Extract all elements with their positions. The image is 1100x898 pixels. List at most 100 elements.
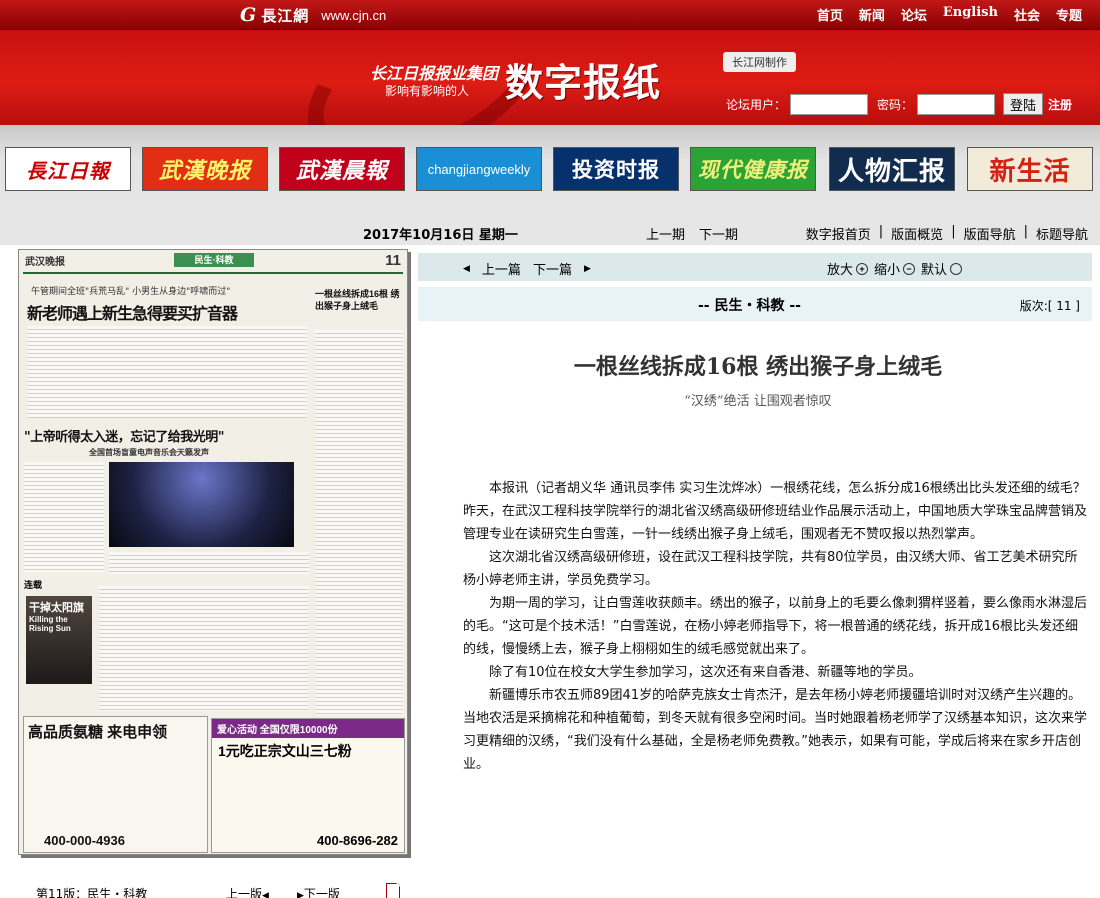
- banner-title: 数字报纸: [505, 61, 662, 105]
- article-headline: 一根丝线拆成16根 绣出猴子身上绒毛: [573, 354, 943, 380]
- thumb-section: 民生·科教: [174, 253, 254, 267]
- thumb-rule: [23, 272, 403, 274]
- zoom-out-button[interactable]: 缩小 −: [874, 259, 915, 278]
- paper-changjiang-weekly[interactable]: changjiangweekly: [416, 147, 542, 191]
- thumb-text-block: [315, 330, 403, 715]
- next-issue-link[interactable]: 下一期: [699, 224, 738, 243]
- paper-label: 新生活: [989, 156, 1071, 187]
- thumb-book-subtitle: Killing the Rising Sun: [29, 615, 71, 633]
- paper-label: 長江日報: [26, 158, 110, 183]
- top-nav: 首页 新闻 论坛 English 社会 专题: [817, 5, 1082, 24]
- password-label: 密码：: [877, 97, 914, 112]
- paper-modern-health[interactable]: 现代健康报: [690, 147, 816, 191]
- thumb-headline-1[interactable]: 新老师遇上新生急得要买扩音器: [27, 300, 238, 324]
- plus-circle-icon: +: [855, 262, 868, 275]
- triangle-right-icon: ▶: [296, 891, 304, 898]
- username-label: 论坛用户：: [726, 97, 787, 112]
- paper-wuhan-morning[interactable]: 武漢晨報: [279, 147, 405, 191]
- date-bar: 2017年10月16日 星期一 上一期 下一期 数字报首页 | 版面概览 | 版…: [0, 219, 1100, 245]
- paper-wuhan-evening[interactable]: 武漢晚报: [142, 147, 268, 191]
- next-page-link[interactable]: ▶下一版: [297, 885, 340, 898]
- thumb-text-block: [109, 552, 309, 574]
- nav-separator: |: [878, 224, 884, 239]
- article-toolbar: ◀ 上一篇 下一篇 ▶ 放大 + 缩小 − 默认: [418, 253, 1092, 281]
- section-title: -- 民生・科教 --: [698, 298, 801, 314]
- nav-english[interactable]: English: [943, 5, 998, 24]
- thumb-kicker: 午管期间全班"兵荒马乱" 小男生从身边"呼啸而过": [31, 287, 231, 297]
- nav-society[interactable]: 社会: [1014, 5, 1040, 24]
- paper-label: 投资时报: [572, 157, 660, 182]
- thumb-ad-right-band: 爱心活动 全国仅限10000份: [212, 719, 404, 738]
- next-article-link[interactable]: 下一篇: [533, 259, 572, 278]
- thumb-masthead: 武汉晚报: [25, 257, 65, 268]
- triangle-left-icon: ◀: [262, 891, 269, 898]
- article-paragraph: 这次湖北省汉绣高级研修班，设在武汉工程科技学院，共有80位学员，由汉绣大师、省工…: [463, 550, 1078, 588]
- thumb-headline-2[interactable]: "上帝听得太入迷，忘记了给我光明": [24, 426, 225, 445]
- page-nav-link[interactable]: 版面导航: [964, 224, 1016, 243]
- thumb-text-block: [27, 326, 307, 418]
- prev-article-link[interactable]: 上一篇: [482, 259, 521, 278]
- prev-page-link[interactable]: 上一版◀: [226, 885, 269, 898]
- nav-special[interactable]: 专题: [1056, 5, 1082, 24]
- paper-changjiang-daily[interactable]: 長江日報: [5, 147, 131, 191]
- password-input[interactable]: [917, 93, 996, 115]
- paper-new-life[interactable]: 新生活: [967, 147, 1093, 191]
- zoom-default-button[interactable]: 默认: [921, 259, 962, 278]
- thumb-right-headline[interactable]: 一根丝线拆成16根 绣出猴子身上绒毛: [315, 288, 405, 312]
- current-page-label: 第11版：民生・科教: [36, 887, 148, 898]
- site-logo-name: 長江網: [261, 6, 310, 25]
- article-subheadline: “汉绣”绝活 让围观者惊叹: [684, 394, 832, 409]
- page-footer-nav: 第11版：民生・科教 上一版◀ ▶下一版: [36, 883, 416, 898]
- username-input[interactable]: [790, 93, 869, 115]
- paper-label: 武漢晨報: [295, 158, 388, 184]
- thumb-ad-right-title: 1元吃正宗文山三七粉: [218, 743, 352, 759]
- thumb-ad-left-title: 高品质氨糖 来电申领: [28, 724, 168, 741]
- next-page-label: 下一版: [303, 887, 340, 898]
- site-logo[interactable]: G 長江網 www.cjn.cn: [240, 4, 386, 26]
- thumb-serial-label: 连载: [24, 580, 43, 590]
- paper-people-report[interactable]: 人物汇报: [829, 147, 955, 191]
- zoom-default-label: 默认: [920, 263, 947, 278]
- paper-label: changjiangweekly: [427, 161, 531, 177]
- nav-home[interactable]: 首页: [817, 5, 843, 24]
- article-nav: ◀ 上一篇 下一篇 ▶: [463, 259, 591, 278]
- digital-home-link[interactable]: 数字报首页: [806, 224, 871, 243]
- paper-investment-times[interactable]: 投资时报: [553, 147, 679, 191]
- paper-label: 人物汇报: [837, 156, 946, 187]
- nav-separator: |: [951, 224, 956, 239]
- article-paragraph: 新疆博乐市农五师89团41岁的哈萨克族女士肯杰汗，是去年杨小婷老师援疆培训时对汉…: [463, 688, 1088, 772]
- thumb-ad-left-phone: 400-000-4936: [44, 833, 125, 848]
- site-url[interactable]: www.cjn.cn: [321, 8, 386, 23]
- made-by-badge: 长江网制作: [723, 52, 796, 72]
- page-preview-panel: 武汉晚报 民生·科教 11 午管期间全班"兵荒马乱" 小男生从身边"呼啸而过" …: [0, 245, 416, 898]
- paper-label: 现代健康报: [698, 157, 808, 182]
- prev-issue-link[interactable]: 上一期: [646, 224, 685, 243]
- section-bar: -- 民生・科教 -- 版次:[ 11 ]: [418, 287, 1092, 321]
- edition-nav: 数字报首页 | 版面概览 | 版面导航 | 标题导航: [806, 224, 1088, 243]
- triangle-right-icon: ▶: [583, 263, 591, 274]
- register-link[interactable]: 注册: [1048, 96, 1072, 113]
- title-nav-link[interactable]: 标题导航: [1036, 224, 1088, 243]
- article-paragraph: 为期一周的学习，让白雪莲收获颇丰。绣出的猴子，以前身上的毛要么像刺猬样竖着，要么…: [463, 596, 1088, 657]
- thumb-concert-photo: [109, 462, 294, 547]
- page-thumbnail[interactable]: 武汉晚报 民生·科教 11 午管期间全班"兵荒马乱" 小男生从身边"呼啸而过" …: [18, 249, 408, 855]
- minus-circle-icon: −: [902, 262, 915, 275]
- article-panel: ◀ 上一篇 下一篇 ▶ 放大 + 缩小 − 默认 -- 民生・科教 -- 版次:[ …: [416, 245, 1100, 898]
- login-form: 论坛用户： 密码： 登陆 注册: [726, 93, 1072, 115]
- pdf-icon[interactable]: [386, 883, 400, 898]
- issue-date: 2017年10月16日 星期一: [363, 228, 518, 243]
- thumb-page-number: 11: [385, 252, 401, 269]
- login-button[interactable]: 登陆: [1003, 93, 1044, 115]
- newspaper-list: 長江日報 武漢晚报 武漢晨報 changjiangweekly 投资时报 现代健…: [0, 125, 1100, 225]
- thumb-ad-right-phone: 400-8696-282: [317, 833, 398, 848]
- article-body: 本报讯（记者胡义华 通讯员李伟 实习生沈烨冰）一根绣花线，怎么拆分成16根绣出比…: [463, 477, 1087, 776]
- nav-news[interactable]: 新闻: [859, 5, 885, 24]
- thumb-text-block: [99, 586, 309, 711]
- banner: 长江日报报业集团 影响有影响的人 数字报纸 长江网制作 论坛用户： 密码： 登陆…: [0, 30, 1100, 125]
- page-overview-link[interactable]: 版面概览: [891, 224, 943, 243]
- nav-forum[interactable]: 论坛: [901, 5, 927, 24]
- zoom-in-label: 放大: [826, 263, 853, 278]
- nav-separator: |: [1023, 224, 1028, 239]
- zoom-controls: 放大 + 缩小 − 默认: [827, 259, 962, 278]
- zoom-in-button[interactable]: 放大 +: [827, 259, 868, 278]
